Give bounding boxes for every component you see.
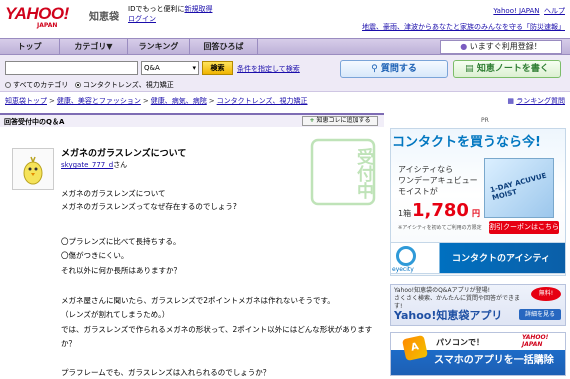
question-body-line: 〇傷がつきにくい。 [61,251,129,260]
question-body-line: 〇プラレンズに比べて長持ちする。 [61,237,181,246]
question-title: メガネのガラスレンズについて [61,149,187,159]
help-link[interactable]: ヘルプ [544,7,565,15]
id-promo-text: IDでもっと便利に [128,5,185,13]
question-body-line: プラフレームでも、ガラスレンズは入れられるのでしょうか？ [61,368,271,377]
user-icon: ● [460,42,468,51]
eyecity-label: eyecity [392,266,414,273]
price-unit: 円 [472,209,480,218]
ranking-icon: ▦ [507,97,514,105]
yahoo-logo-sub: JAPAN [37,22,58,29]
breadcrumb-contact-lens[interactable]: コンタクトレンズ、視力矯正 [217,97,308,105]
breadcrumb: 知恵袋トップ > 健康、美容とファッション > 健康、病気、病院 > コンタクトレンズ、視力… [5,97,308,105]
chick-avatar-icon [23,156,43,185]
eyecity-banner-text: コンタクトのアイシティ [452,254,551,264]
search-type-select[interactable]: Q&A ▾ [141,61,199,75]
pr-label: PR [481,117,489,124]
ask-question-button[interactable]: ⚲ 質問する [340,60,448,78]
search-icon: ⚲ [371,64,378,74]
chiebukuro-logo[interactable]: 知恵袋 [89,8,119,23]
add-to-collection-button[interactable]: + 知恵コレに追加する [302,116,378,126]
nav-category[interactable]: カテゴリ▼ [60,39,128,55]
register-link[interactable]: 新規取得 [184,5,212,13]
question-author: skygate_777_dさん [61,160,127,170]
nav-top[interactable]: トップ [0,39,60,55]
app-icon: A [401,334,429,362]
ad2-title: Yahoo!知恵袋アプリ [394,309,503,322]
plus-icon: + [309,117,315,124]
radio-all-categories[interactable] [5,82,11,88]
ranking-question-link-wrap: ▦ ランキング質問 [507,96,565,106]
header-right-links: Yahoo! JAPAN ヘルプ [493,6,565,16]
avatar[interactable] [12,148,54,190]
question-body-line: メガネ屋さんに聞いたら、ガラスレンズで2ポイントメガネは作れないそうです。 [61,296,335,305]
yahoo-logo[interactable]: YAHOO! [5,4,69,24]
eyecity-logo-icon [396,246,416,266]
author-link[interactable]: skygate_777_d [61,161,113,169]
ad1-text: アイシティなら ワンデーアキュビュー モイストが [398,164,488,197]
advanced-search-link[interactable]: 条件を指定して検索 [237,64,300,74]
ask-label: 質問する [380,64,417,74]
search-scope: すべてのカテゴリ コンタクトレンズ、視力矯正 [5,80,174,90]
section-title: 回答受付中のQ＆A [4,118,65,126]
search-type-value: Q&A [144,64,160,72]
ad3-headline: スマホのアプリを一括購除 [434,355,554,366]
radio-all-label: すべてのカテゴリ [13,81,69,89]
nav-answer-plaza[interactable]: 回答ひろば [190,39,258,55]
ad1-footnote: ※アイシティを初めてご利用の方限定 [398,225,482,231]
chevron-down-icon: ▾ [192,64,196,72]
breadcrumb-health-illness[interactable]: 健康、病気、病院 [151,97,207,105]
note-label: 知恵ノートを書く [476,64,549,74]
id-promo: IDでもっと便利に新規取得 [128,4,212,14]
register-now-button[interactable]: ● いますぐ利用登録！ [440,40,562,54]
question-body-line: それ以外に何か長所はありますか？ [61,266,181,275]
register-now-label: いますぐ利用登録！ [469,42,542,51]
ranking-question-link[interactable]: ランキング質問 [516,97,565,105]
ad1-text-line: アイシティなら [398,165,454,174]
radio-this-label: コンタクトレンズ、視力矯正 [82,81,174,89]
nav-ranking[interactable]: ランキング [128,39,190,55]
question-body-line: （レンズが割れてしまうため。） [61,310,170,319]
question-body-line: か？ [61,339,76,348]
radio-this-category[interactable] [74,82,81,88]
breadcrumb-top[interactable]: 知恵袋トップ [5,97,47,105]
write-note-button[interactable]: ▤ 知恵ノートを書く [453,60,561,78]
coupon-button[interactable]: 割引クーポンはこちら [489,221,559,234]
ad1-text-line: モイストが [398,187,438,196]
ad2-line: Yahoo!知恵袋のQ&Aアプリが登場! [394,287,490,294]
author-suffix: さん [113,161,128,169]
question-body-line: では、ガラスレンズで作られるメガネの形状って、2ポイント以外にはどんな形状があり… [61,325,373,334]
add-label: 知恵コレに追加する [316,117,371,124]
main-nav: トップ カテゴリ▼ ランキング 回答ひろば ● いますぐ利用登録！ [0,38,570,55]
ad1-headline: コンタクトを買うなら今! [392,135,541,150]
ad2-details-button[interactable]: 詳細を見る [519,309,561,320]
ad1-text-line: ワンデーアキュビュー [398,176,478,185]
question-body-line: メガネのガラスレンズについて [61,189,166,198]
login-link[interactable]: ログイン [128,14,156,24]
search-input[interactable] [5,61,138,75]
free-badge: 無料! [531,287,561,301]
disaster-notice-link[interactable]: 地震、豪雨、津波からあなたと家族のみんなを守る「防災速報」 [362,22,565,32]
price-prefix: 1箱 [398,209,412,218]
yahoo-japan-link[interactable]: Yahoo! JAPAN [493,7,539,15]
question-body-line: メガネのガラスレンズってなぜ存在するのでしょう? [61,202,237,211]
price-value: 1,780 [412,200,469,221]
ad3-pc-label: パソコンで！ [436,338,484,347]
ad3-yahoo-logo: YAHOO! JAPAN [522,334,549,348]
note-icon: ▤ [465,64,474,74]
breadcrumb-health-beauty[interactable]: 健康、美容とファッション [57,97,141,105]
search-button[interactable]: 検索 [202,61,233,75]
